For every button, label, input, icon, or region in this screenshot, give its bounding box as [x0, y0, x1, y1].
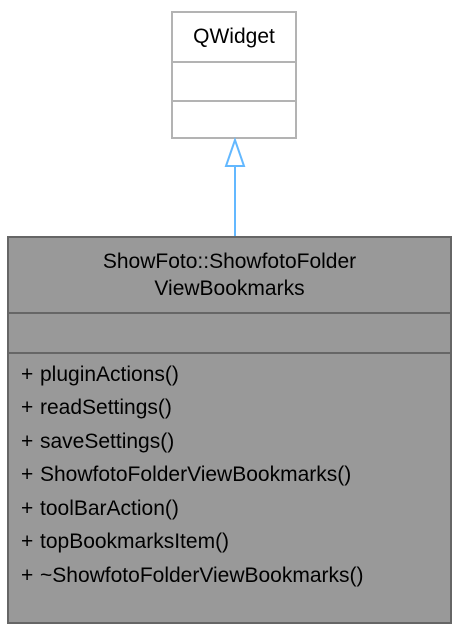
- derived-class-box: ShowFoto::ShowfotoFolder ViewBookmarks +…: [7, 236, 452, 624]
- visibility-public: +: [21, 563, 34, 587]
- inheritance-arrowhead: [224, 136, 246, 167]
- operation-name: ~ShowfotoFolderViewBookmarks(): [40, 563, 364, 587]
- derived-class-attributes: [9, 314, 450, 354]
- operation-name: ShowfotoFolderViewBookmarks(): [40, 463, 352, 487]
- inheritance-arrow: [224, 136, 246, 238]
- derived-class-name: ShowFoto::ShowfotoFolder ViewBookmarks: [9, 238, 450, 314]
- operation-name: pluginActions(): [40, 362, 179, 386]
- operation-name: readSettings(): [40, 396, 172, 420]
- parent-class-attributes: [173, 63, 295, 102]
- operation-item: + toolBarAction(): [9, 492, 450, 526]
- parent-class-operations: [173, 102, 295, 139]
- operation-name: toolBarAction(): [40, 496, 179, 520]
- operation-item: + readSettings(): [9, 392, 450, 426]
- visibility-public: +: [21, 496, 34, 520]
- visibility-public: +: [21, 463, 34, 487]
- parent-class-name: QWidget: [173, 13, 295, 63]
- derived-class-operations: + pluginActions() + readSettings() + sav…: [9, 354, 450, 593]
- visibility-public: +: [21, 396, 34, 420]
- operation-item: + ShowfotoFolderViewBookmarks(): [9, 459, 450, 493]
- operation-item: + topBookmarksItem(): [9, 526, 450, 560]
- derived-class-name-line1: ShowFoto::ShowfotoFolder: [102, 250, 357, 273]
- operation-item: + saveSettings(): [9, 425, 450, 459]
- visibility-public: +: [21, 429, 34, 453]
- operation-item: + ~ShowfotoFolderViewBookmarks(): [9, 559, 450, 593]
- operation-name: saveSettings(): [40, 429, 175, 453]
- operation-item: + pluginActions(): [9, 358, 450, 392]
- visibility-public: +: [21, 362, 34, 386]
- derived-class-name-line2: ViewBookmarks: [154, 277, 305, 300]
- visibility-public: +: [21, 530, 34, 554]
- parent-class-box: QWidget: [171, 11, 297, 139]
- operation-name: topBookmarksItem(): [40, 530, 230, 554]
